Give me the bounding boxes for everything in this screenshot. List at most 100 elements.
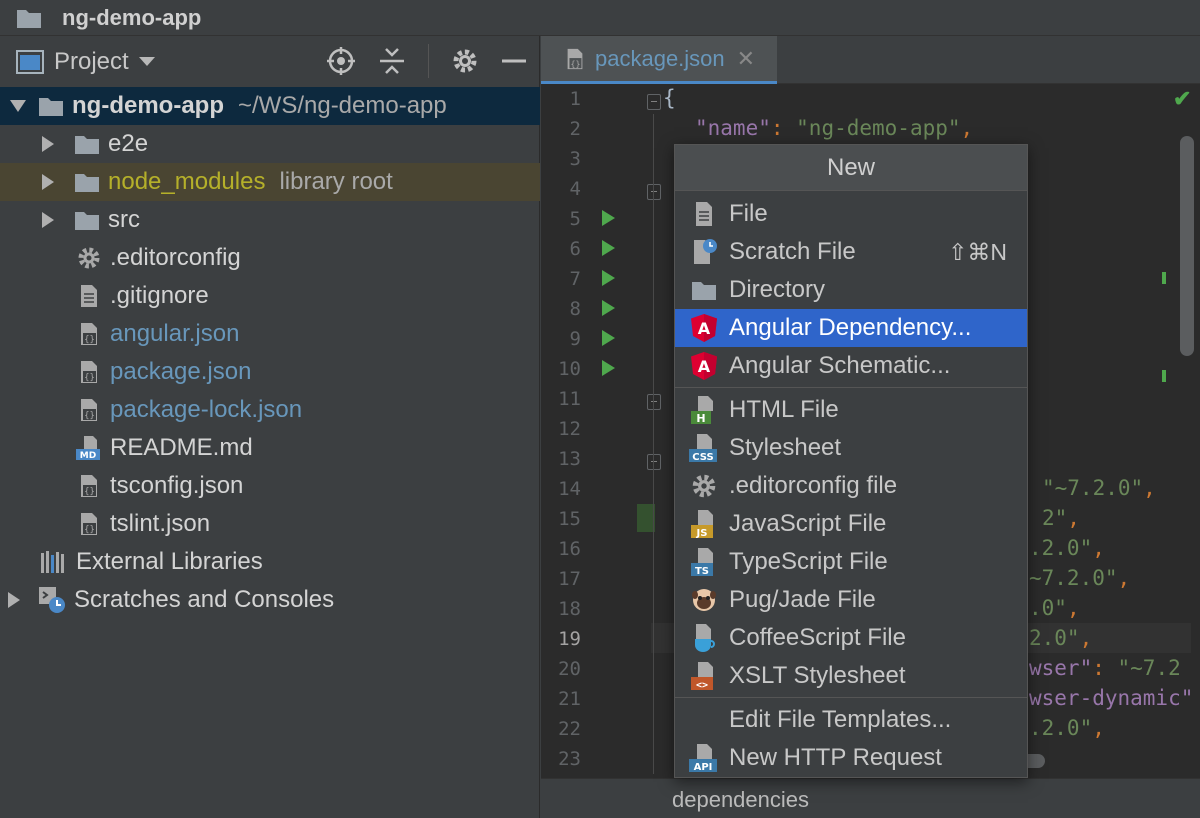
hide-panel-icon[interactable] [501, 48, 527, 74]
line-number: 10 [558, 358, 581, 380]
line-number: 8 [569, 298, 581, 320]
json-string: "~7.2 [1117, 656, 1181, 680]
chevron-right-icon[interactable] [42, 174, 54, 190]
close-icon[interactable]: ✕ [737, 46, 755, 72]
error-stripe-mark[interactable] [1162, 370, 1166, 382]
json-comma: , [960, 116, 974, 140]
fold-icon[interactable] [647, 394, 661, 410]
menu-item-coffeescript-file[interactable]: CoffeeScript File [675, 619, 1027, 657]
line-number: 12 [558, 418, 581, 440]
json-comma: , [1092, 536, 1105, 560]
tree-item-gitignore[interactable]: .gitignore [0, 277, 540, 315]
tree-item-readme[interactable]: MD README.md [0, 429, 540, 467]
menu-item-editorconfig-file[interactable]: .editorconfig file [675, 467, 1027, 505]
line-number: 23 [558, 748, 581, 770]
menu-item-label: HTML File [729, 396, 839, 423]
html-file-icon: H [691, 396, 713, 425]
line-number: 13 [558, 448, 581, 470]
json-file-icon: {} [81, 475, 97, 497]
tab-package-json[interactable]: {} package.json ✕ [541, 36, 777, 84]
chevron-down-icon[interactable] [10, 100, 26, 112]
tree-item-tsconfig-json[interactable]: {} tsconfig.json [0, 467, 540, 505]
fold-icon[interactable] [647, 94, 661, 110]
code-line-22: .2.0", [1029, 716, 1105, 740]
menu-item-typescript-file[interactable]: TS TypeScript File [675, 543, 1027, 581]
tree-item-angular-json[interactable]: {} angular.json [0, 315, 540, 353]
menu-item-stylesheet[interactable]: CSS Stylesheet [675, 429, 1027, 467]
menu-item-file[interactable]: File [675, 195, 1027, 233]
json-comma: , [1143, 476, 1156, 500]
menu-item-angular-dependency[interactable]: A Angular Dependency... [675, 309, 1027, 347]
menu-item-directory[interactable]: Directory [675, 271, 1027, 309]
breadcrumb-item[interactable]: dependencies [672, 787, 809, 813]
tree-item-scratches[interactable]: Scratches and Consoles [0, 581, 540, 619]
tree-item-src[interactable]: src [0, 201, 540, 239]
svg-text:{}: {} [84, 525, 95, 535]
menu-separator [675, 387, 1027, 388]
menu-item-scratch-file[interactable]: Scratch File ⇧⌘N [675, 233, 1027, 271]
tree-item-package-json[interactable]: {} package.json [0, 353, 540, 391]
chevron-right-icon[interactable] [42, 212, 54, 228]
line-number: 11 [558, 388, 581, 410]
popup-title: New [675, 145, 1027, 191]
breadcrumb: dependencies [541, 778, 1200, 818]
run-icon[interactable] [602, 330, 615, 346]
menu-item-new-http-request[interactable]: API New HTTP Request [675, 739, 1027, 777]
json-colon: : [1092, 656, 1118, 680]
check-icon[interactable]: ✔ [1173, 86, 1191, 112]
chevron-right-icon[interactable] [42, 136, 54, 152]
folder-icon [75, 136, 99, 154]
run-icon[interactable] [602, 360, 615, 376]
tree-item-ng-demo-app[interactable]: ng-demo-app ~/WS/ng-demo-app [0, 87, 540, 125]
line-number: 1 [569, 88, 581, 110]
run-icon[interactable] [602, 300, 615, 316]
http-badge-text: API [694, 762, 713, 773]
tree-item-library-hint: library root [279, 168, 393, 195]
json-comma: , [1066, 596, 1080, 620]
tree-item-label: External Libraries [76, 548, 263, 575]
error-stripe-mark[interactable] [1162, 272, 1166, 284]
vertical-scrollbar[interactable] [1180, 136, 1194, 356]
chevron-down-icon[interactable] [138, 57, 155, 66]
tree-item-node-modules[interactable]: node_modules library root [0, 163, 540, 201]
run-icon[interactable] [602, 210, 615, 226]
angular-letter: A [698, 319, 711, 338]
tree-item-label: tsconfig.json [110, 472, 244, 499]
run-icon[interactable] [602, 270, 615, 286]
menu-item-shortcut: ⇧⌘N [948, 238, 1007, 265]
menu-item-html-file[interactable]: H HTML File [675, 391, 1027, 429]
chevron-right-icon[interactable] [8, 592, 20, 608]
fold-icon[interactable] [647, 454, 661, 470]
line-number: 5 [569, 208, 581, 230]
code-line-15: 2", [1042, 506, 1080, 530]
run-icon[interactable] [602, 240, 615, 256]
tree-item-editorconfig[interactable]: .editorconfig [0, 239, 540, 277]
tree-item-package-lock-json[interactable]: {} package-lock.json [0, 391, 540, 429]
menu-item-label: JavaScript File [729, 510, 887, 537]
tree-item-tslint-json[interactable]: {} tslint.json [0, 505, 540, 543]
code-line-1: { [663, 86, 676, 110]
gear-icon[interactable] [451, 47, 479, 75]
collapse-all-icon[interactable] [378, 46, 406, 76]
json-string: .0" [1029, 596, 1067, 620]
menu-item-angular-schematic[interactable]: A Angular Schematic... [675, 347, 1027, 385]
project-view-selector[interactable]: Project [54, 48, 129, 76]
line-number: 2 [569, 118, 581, 140]
title-bar: ng-demo-app [0, 0, 1200, 36]
json-key: "name" [695, 116, 771, 140]
line-number: 7 [569, 268, 581, 290]
tree-item-external-libraries[interactable]: External Libraries [0, 543, 540, 581]
menu-item-label: Pug/Jade File [729, 586, 876, 613]
line-number: 21 [558, 688, 581, 710]
menu-item-pug-jade-file[interactable]: Pug/Jade File [675, 581, 1027, 619]
menu-item-edit-file-templates[interactable]: Edit File Templates... [675, 701, 1027, 739]
tree-item-e2e[interactable]: e2e [0, 125, 540, 163]
fold-icon[interactable] [647, 184, 661, 200]
menu-item-javascript-file[interactable]: JS JavaScript File [675, 505, 1027, 543]
tree-item-label: .editorconfig [110, 244, 241, 271]
json-string: .2.0" [1029, 716, 1093, 740]
coffeescript-icon [695, 624, 715, 652]
line-number: 20 [558, 658, 581, 680]
locate-icon[interactable] [326, 46, 356, 76]
menu-item-xslt-stylesheet[interactable]: <> XSLT Stylesheet [675, 657, 1027, 695]
